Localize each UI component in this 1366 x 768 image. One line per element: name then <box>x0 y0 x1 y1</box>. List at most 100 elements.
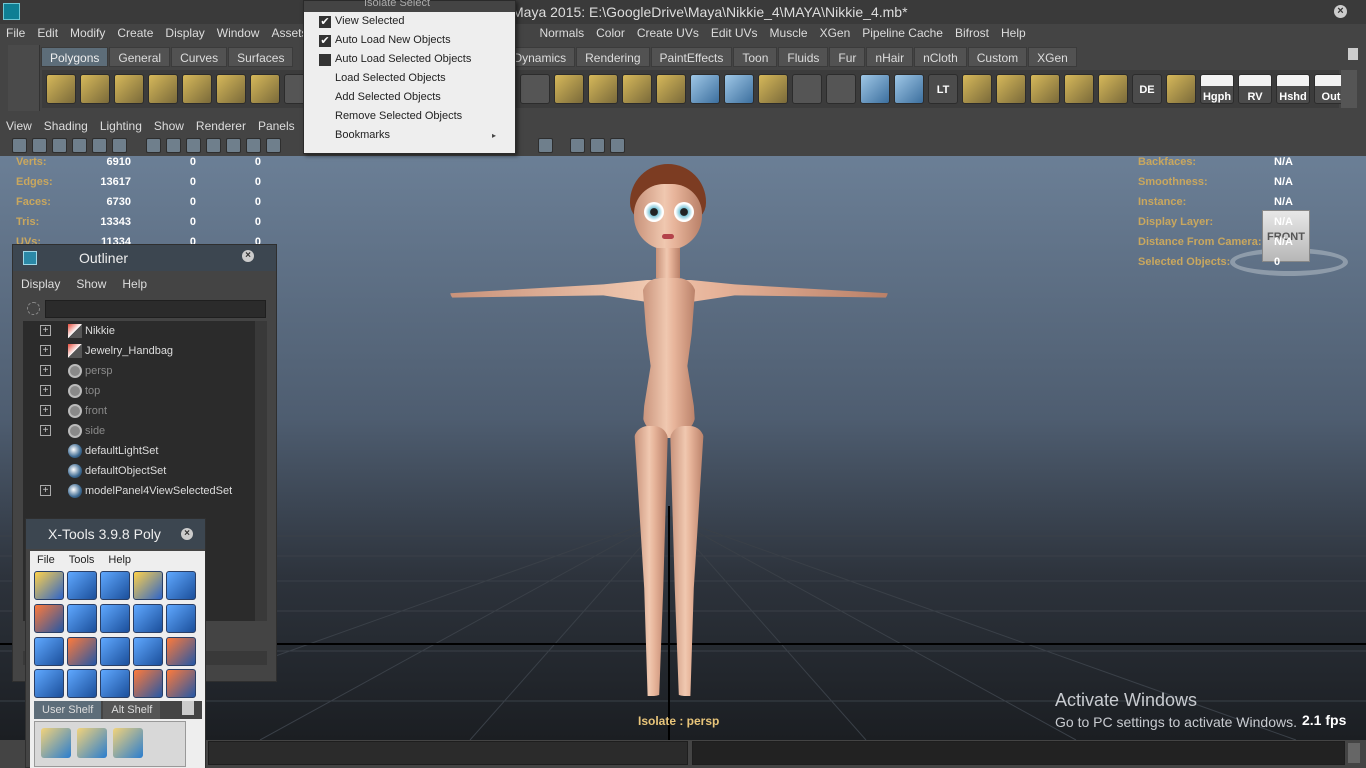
outliner-title-bar[interactable]: Outliner × <box>13 245 276 271</box>
bookmarks-icon[interactable] <box>52 138 67 153</box>
tab-alt-shelf[interactable]: Alt Shelf <box>103 701 161 719</box>
select-tool-icon[interactable] <box>520 74 550 104</box>
command-line-input[interactable] <box>208 741 688 765</box>
xtools-tool-icon[interactable] <box>133 603 163 633</box>
xtools-tool-icon[interactable] <box>67 636 97 666</box>
poly-pyramid-icon[interactable] <box>250 74 280 104</box>
shelf-tab-custom[interactable]: Custom <box>967 47 1028 67</box>
panel-menu-show[interactable]: Show <box>148 119 190 133</box>
panel-menu-lighting[interactable]: Lighting <box>94 119 148 133</box>
shelf-tab-polygons[interactable]: Polygons <box>41 47 109 67</box>
menu-muscle[interactable]: Muscle <box>764 24 814 42</box>
xtools-title-bar[interactable]: X-Tools 3.9.8 Poly × <box>26 519 205 549</box>
sculpt-icon[interactable] <box>758 74 788 104</box>
xtools-tool-icon[interactable] <box>67 603 97 633</box>
menu-edit-uvs[interactable]: Edit UVs <box>705 24 764 42</box>
menu-item-view-selected[interactable]: ✔ View Selected <box>304 12 515 31</box>
extrude-icon[interactable] <box>554 74 584 104</box>
xtools-tool-icon[interactable] <box>166 603 196 633</box>
poly-sphere-icon[interactable] <box>46 74 76 104</box>
hgph-button[interactable]: Hgph <box>1200 74 1234 104</box>
shelf-tab-xgen[interactable]: XGen <box>1028 47 1077 67</box>
shelf-tool-icon[interactable] <box>41 728 71 758</box>
menu-bifrost[interactable]: Bifrost <box>949 24 995 42</box>
outliner-item-front[interactable]: + front <box>23 401 257 421</box>
outliner-item-top[interactable]: + top <box>23 381 257 401</box>
paint-tool-icon[interactable] <box>792 74 822 104</box>
outliner-menu-show[interactable]: Show <box>68 277 114 295</box>
checkbox-checked-icon[interactable]: ✔ <box>319 16 331 28</box>
xtools-tool-icon[interactable] <box>100 669 130 699</box>
uv-cut-icon[interactable] <box>996 74 1026 104</box>
xtools-menu-help[interactable]: Help <box>101 551 138 569</box>
menu-display[interactable]: Display <box>159 24 210 42</box>
menu-modify[interactable]: Modify <box>64 24 111 42</box>
shelf-tab-fur[interactable]: Fur <box>829 47 866 67</box>
xtools-tool-icon[interactable] <box>133 571 163 600</box>
poly-plane-icon[interactable] <box>182 74 212 104</box>
xtools-tool-icon[interactable] <box>166 636 196 666</box>
uv-sew-icon[interactable] <box>1030 74 1060 104</box>
script-editor-button[interactable] <box>1348 743 1360 763</box>
checkbox-unchecked-icon[interactable] <box>319 54 331 66</box>
insert-edge-loop-icon[interactable] <box>690 74 720 104</box>
use-lights-icon[interactable] <box>226 138 241 153</box>
menu-item-auto-load-selected[interactable]: Auto Load Selected Objects <box>304 50 515 69</box>
close-icon[interactable]: × <box>242 250 254 262</box>
shelf-tab-painteffects[interactable]: PaintEffects <box>650 47 733 67</box>
close-icon[interactable]: × <box>1334 5 1347 18</box>
shelf-tab-toon[interactable]: Toon <box>733 47 778 67</box>
shelf-tab-fluids[interactable]: Fluids <box>778 47 829 67</box>
menu-item-bookmarks[interactable]: Bookmarks ▸ <box>304 126 515 145</box>
outliner-item-persp[interactable]: + persp <box>23 361 257 381</box>
lt-button[interactable]: LT <box>928 74 958 104</box>
uv-layout-icon[interactable] <box>962 74 992 104</box>
de-button[interactable]: DE <box>1132 74 1162 104</box>
menu-file[interactable]: File <box>0 24 31 42</box>
append-polygon-icon[interactable] <box>622 74 652 104</box>
xtools-tool-icon[interactable] <box>166 571 196 600</box>
uv-grid-icon[interactable] <box>1166 74 1196 104</box>
menu-item-remove-selected[interactable]: Remove Selected Objects <box>304 107 515 126</box>
xtools-menu-tools[interactable]: Tools <box>62 551 102 569</box>
outliner-item-default-light-set[interactable]: defaultLightSet <box>23 441 257 461</box>
trash-icon[interactable] <box>182 701 194 715</box>
uv-unfold-icon[interactable] <box>1064 74 1094 104</box>
xtools-tool-icon[interactable] <box>133 669 163 699</box>
shelf-tab-rendering[interactable]: Rendering <box>576 47 650 67</box>
checkbox-checked-icon[interactable]: ✔ <box>319 35 331 47</box>
xtools-tool-icon[interactable] <box>67 669 97 699</box>
menu-create-uvs[interactable]: Create UVs <box>631 24 705 42</box>
shelf-tab-ncloth[interactable]: nCloth <box>914 47 967 67</box>
close-icon[interactable]: × <box>181 528 193 540</box>
menu-edit[interactable]: Edit <box>31 24 64 42</box>
shelf-tab-surfaces[interactable]: Surfaces <box>228 47 294 67</box>
xtools-tool-icon[interactable] <box>100 571 130 600</box>
expand-icon[interactable]: + <box>40 405 51 416</box>
panel-menu-view[interactable]: View <box>0 119 38 133</box>
bridge-icon[interactable] <box>588 74 618 104</box>
outliner-search-input[interactable] <box>45 300 266 318</box>
rv-button[interactable]: RV <box>1238 74 1272 104</box>
xtools-tool-icon[interactable] <box>34 571 64 600</box>
menu-window[interactable]: Window <box>211 24 266 42</box>
outliner-item-nikkie[interactable]: + Nikkie <box>23 321 257 341</box>
expand-icon[interactable]: + <box>40 365 51 376</box>
split-polygon-icon[interactable] <box>656 74 686 104</box>
target-icon[interactable] <box>826 74 856 104</box>
expand-icon[interactable]: + <box>40 345 51 356</box>
menu-create[interactable]: Create <box>111 24 159 42</box>
outliner-item-jewelry-handbag[interactable]: + Jewelry_Handbag <box>23 341 257 361</box>
outliner-menu-display[interactable]: Display <box>13 277 68 295</box>
panel-menu-renderer[interactable]: Renderer <box>190 119 252 133</box>
grid-icon[interactable] <box>92 138 107 153</box>
shelf-tab-curves[interactable]: Curves <box>171 47 228 67</box>
poly-torus-icon[interactable] <box>216 74 246 104</box>
tab-user-shelf[interactable]: User Shelf <box>34 701 102 719</box>
xtools-tool-icon[interactable] <box>133 636 163 666</box>
shadows-icon[interactable] <box>246 138 261 153</box>
panel-menu-panels[interactable]: Panels <box>252 119 301 133</box>
shelf-tab-nhair[interactable]: nHair <box>866 47 914 67</box>
xtools-tool-icon[interactable] <box>34 669 64 699</box>
xtools-tool-icon[interactable] <box>67 571 97 600</box>
